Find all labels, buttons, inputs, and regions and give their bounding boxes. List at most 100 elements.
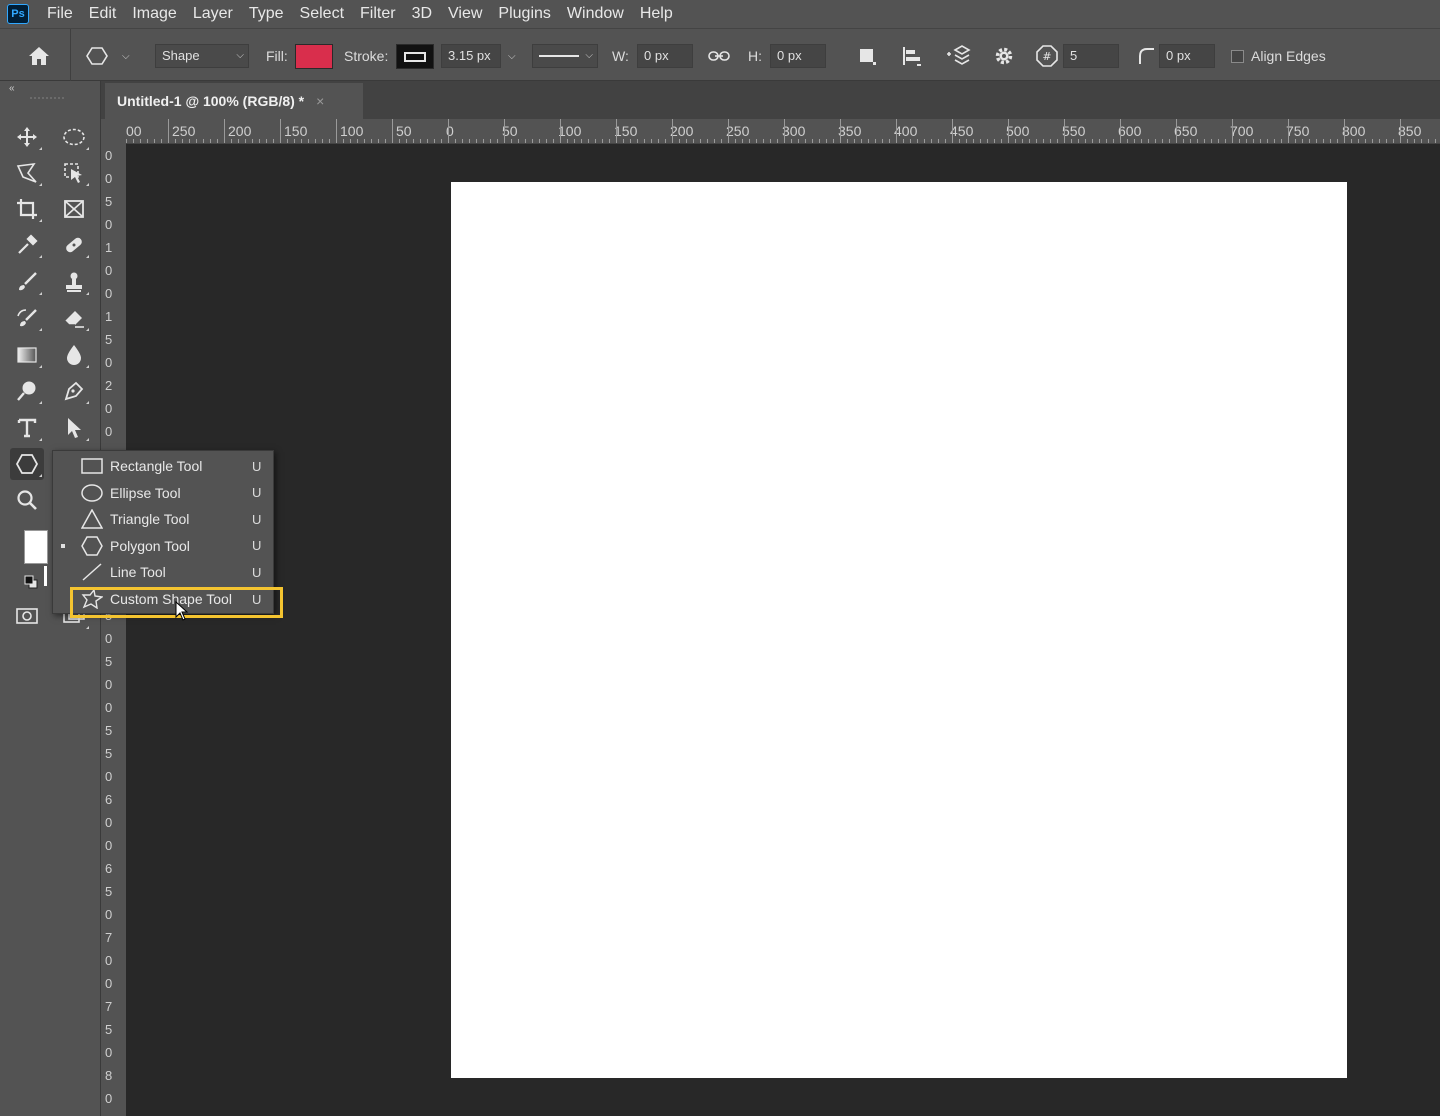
stroke-color-swatch[interactable] xyxy=(396,44,434,69)
menu-window[interactable]: Window xyxy=(559,0,632,28)
ruler-tick xyxy=(1057,139,1058,143)
ruler-tick xyxy=(707,139,708,143)
flyout-item-polygon[interactable]: Polygon Tool U xyxy=(53,533,275,559)
foreground-color-swatch[interactable] xyxy=(24,530,48,564)
menu-3d[interactable]: 3D xyxy=(404,0,440,28)
menu-plugins[interactable]: Plugins xyxy=(490,0,558,28)
stroke-type-select[interactable]: ⌵ xyxy=(532,44,598,68)
width-field[interactable]: 0 px xyxy=(637,44,693,68)
gear-icon[interactable] xyxy=(991,43,1017,69)
fill-color-swatch[interactable] xyxy=(295,44,333,69)
menu-bar: Ps File Edit Image Layer Type Select Fil… xyxy=(0,0,1440,28)
object-selection-icon[interactable] xyxy=(57,157,91,189)
type-tool-icon[interactable] xyxy=(10,412,44,444)
corner-marker xyxy=(86,255,89,258)
align-edges-label: Align Edges xyxy=(1251,48,1326,64)
ruler-v-digit: 0 xyxy=(105,263,113,278)
shape-tool-polygon-icon[interactable] xyxy=(10,448,44,480)
menu-select[interactable]: Select xyxy=(292,0,352,28)
mode-select[interactable]: Shape ⌵ xyxy=(155,44,249,68)
zoom-icon[interactable] xyxy=(10,484,44,516)
ruler-v-digit: 0 xyxy=(105,1091,113,1106)
lasso-icon[interactable] xyxy=(10,157,44,189)
ruler-tick xyxy=(182,139,183,143)
ruler-tick xyxy=(371,139,372,143)
menu-edit[interactable]: Edit xyxy=(81,0,125,28)
align-edges-checkbox[interactable] xyxy=(1231,50,1244,63)
ruler-v-digit: 6 xyxy=(105,792,113,807)
crop-icon[interactable] xyxy=(10,193,44,225)
corner-marker xyxy=(39,401,42,404)
menu-image[interactable]: Image xyxy=(124,0,184,28)
flyout-item-rectangle[interactable]: Rectangle Tool U xyxy=(53,453,275,479)
background-color-swatch[interactable] xyxy=(44,566,47,586)
link-icon[interactable] xyxy=(706,43,732,69)
menu-filter[interactable]: Filter xyxy=(352,0,404,28)
ruler-tick xyxy=(1288,119,1289,143)
ruler-tick xyxy=(805,139,806,143)
path-operations-icon[interactable] xyxy=(854,43,880,69)
ruler-tick xyxy=(196,139,197,143)
elliptical-marquee-icon[interactable] xyxy=(57,121,91,153)
collapse-panel-icon[interactable]: « xyxy=(9,83,15,94)
eraser-icon[interactable] xyxy=(57,302,91,334)
ruler-tick xyxy=(231,139,232,143)
document-tab[interactable]: Untitled-1 @ 100% (RGB/8) * × xyxy=(105,83,363,119)
vertical-ruler[interactable]: 0050100150200350400450500550600650700750… xyxy=(101,144,126,1116)
pen-icon[interactable] xyxy=(57,375,91,407)
path-selection-icon[interactable] xyxy=(57,412,91,444)
blur-icon[interactable] xyxy=(57,339,91,371)
home-icon[interactable] xyxy=(26,43,52,69)
ruler-tick xyxy=(343,139,344,143)
flyout-item-triangle[interactable]: Triangle Tool U xyxy=(53,506,275,532)
clone-stamp-icon[interactable] xyxy=(57,266,91,298)
ruler-tick xyxy=(1309,139,1310,143)
history-brush-icon[interactable] xyxy=(10,302,44,334)
ruler-tick xyxy=(1148,139,1149,143)
corner-radius-field[interactable]: 0 px xyxy=(1159,44,1215,68)
menu-type[interactable]: Type xyxy=(241,0,292,28)
horizontal-ruler[interactable]: 00 250 200 150 100 50 0 50 100 150 200 250 300 350 400… xyxy=(126,119,1440,144)
flyout-item-line[interactable]: Line Tool U xyxy=(53,559,275,585)
ruler-v-digit: 0 xyxy=(105,677,113,692)
gradient-icon[interactable] xyxy=(10,339,44,371)
ruler-tick xyxy=(462,139,463,143)
dodge-icon[interactable] xyxy=(10,375,44,407)
corner-marker xyxy=(39,183,42,186)
corner-marker xyxy=(86,626,89,629)
ruler-origin[interactable] xyxy=(101,119,126,144)
path-arrangement-icon[interactable] xyxy=(945,43,971,69)
panel-grip[interactable] xyxy=(30,97,64,103)
sides-field[interactable]: 5 xyxy=(1063,44,1119,68)
corner-marker xyxy=(39,438,42,441)
chevron-down-icon[interactable]: ⌵ xyxy=(122,51,130,62)
quick-mask-icon[interactable] xyxy=(10,600,44,632)
menu-file[interactable]: File xyxy=(39,0,81,28)
ruler-v-digit: 5 xyxy=(105,654,113,669)
menu-layer[interactable]: Layer xyxy=(185,0,241,28)
ruler-tick xyxy=(896,119,897,143)
close-icon[interactable]: × xyxy=(316,93,324,109)
healing-brush-icon[interactable] xyxy=(57,229,91,261)
stroke-width-field[interactable]: 3.15 px xyxy=(441,44,501,68)
document-canvas[interactable] xyxy=(451,182,1347,1078)
move-tool-icon[interactable] xyxy=(10,121,44,153)
menu-view[interactable]: View xyxy=(440,0,490,28)
height-field[interactable]: 0 px xyxy=(770,44,826,68)
tool-preset-polygon-icon[interactable] xyxy=(84,43,110,69)
frame-icon[interactable] xyxy=(57,193,91,225)
ruler-tick xyxy=(1176,119,1177,143)
brush-icon[interactable] xyxy=(10,266,44,298)
path-alignment-icon[interactable] xyxy=(899,43,925,69)
chevron-down-icon[interactable]: ⌵ xyxy=(508,51,516,62)
menu-help[interactable]: Help xyxy=(632,0,681,28)
default-colors-icon[interactable] xyxy=(24,575,38,589)
ruler-tick xyxy=(679,139,680,143)
eyedropper-icon[interactable] xyxy=(10,229,44,261)
options-bar: ⌵ Shape ⌵ Fill: Stroke: 3.15 px ⌵ ⌵ W: 0… xyxy=(0,28,1440,82)
ruler-tick xyxy=(567,139,568,143)
ruler-v-digit: 0 xyxy=(105,838,113,853)
ruler-tick xyxy=(826,139,827,143)
flyout-item-ellipse[interactable]: Ellipse Tool U xyxy=(53,480,275,506)
ruler-v-digit: 0 xyxy=(105,700,113,715)
